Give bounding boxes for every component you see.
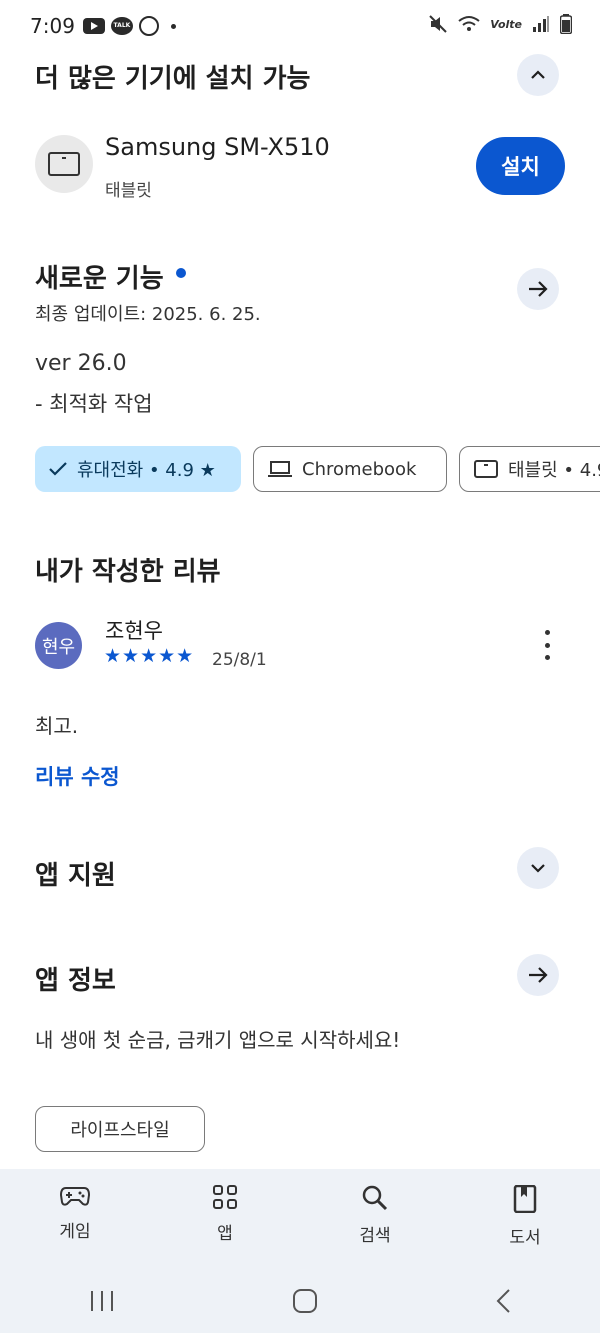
new-indicator-dot — [176, 268, 186, 278]
nav-games[interactable]: 게임 — [0, 1169, 150, 1269]
search-icon — [362, 1185, 388, 1211]
app-notification-icon — [138, 16, 159, 36]
youtube-notification-icon — [82, 18, 105, 34]
chip-chromebook[interactable]: Chromebook — [253, 446, 447, 492]
app-info-description: 내 생애 첫 순금, 금캐기 앱으로 시작하세요! — [35, 1028, 401, 1052]
avatar: 현우 — [35, 622, 82, 669]
whats-new-arrow-button[interactable] — [517, 268, 559, 310]
mute-icon — [429, 15, 447, 33]
chevron-down-icon — [531, 864, 545, 873]
change-note: - 최적화 작업 — [35, 392, 153, 416]
status-indicators: Volte — [428, 14, 572, 34]
chip-phone[interactable]: 휴대전화 • 4.9 ★ — [35, 446, 241, 492]
book-icon — [513, 1185, 537, 1213]
chip-tablet[interactable]: 태블릿 • 4.9 — [459, 446, 600, 492]
star-rating: ★★★★★ — [104, 645, 195, 667]
arrow-right-icon — [529, 967, 548, 983]
status-time: 7:09 — [30, 14, 75, 38]
recent-apps-icon[interactable] — [89, 1289, 115, 1313]
last-updated: 최종 업데이트: 2025. 6. 25. — [35, 304, 261, 325]
device-type: 태블릿 — [105, 181, 152, 201]
volte-indicator: Volte — [490, 17, 522, 31]
reviewer-name: 조현우 — [105, 619, 163, 643]
review-text: 최고. — [35, 714, 79, 738]
chip-chromebook-label: Chromebook — [302, 458, 417, 480]
chip-tablet-label: 태블릿 • 4.9 — [508, 460, 600, 481]
edit-review-link[interactable]: 리뷰 수정 — [35, 761, 120, 791]
review-more-options-button[interactable] — [536, 630, 558, 660]
install-section-title: 더 많은 기기에 설치 가능 — [35, 64, 311, 94]
nav-apps[interactable]: 앱 — [150, 1169, 300, 1269]
checkmark-icon — [49, 462, 67, 476]
expand-app-support-button[interactable] — [517, 847, 559, 889]
tablet-icon — [474, 460, 498, 478]
chip-phone-label: 휴대전화 • 4.9 ★ — [77, 460, 216, 481]
more-vert-dot — [544, 655, 550, 660]
nav-books-label: 도서 — [509, 1228, 541, 1248]
bottom-navigation: 게임 앱 검색 도서 — [0, 1169, 600, 1269]
app-info-arrow-button[interactable] — [517, 954, 559, 996]
system-navigation-bar — [0, 1269, 600, 1333]
kakaotalk-notification-icon: TALK — [110, 17, 133, 35]
version-text: ver 26.0 — [35, 351, 127, 376]
back-icon[interactable] — [495, 1288, 511, 1314]
wifi-icon — [458, 16, 480, 31]
gamepad-icon — [60, 1187, 90, 1206]
signal-icon — [533, 16, 549, 32]
collapse-install-section-button[interactable] — [517, 54, 559, 96]
whats-new-title: 새로운 기능 — [35, 264, 164, 294]
chevron-up-icon — [531, 70, 545, 79]
device-icon-container — [35, 135, 93, 193]
nav-search-label: 검색 — [359, 1226, 391, 1246]
app-support-title: 앱 지원 — [35, 861, 116, 891]
more-vert-dot — [544, 642, 550, 648]
apps-grid-icon — [213, 1185, 237, 1209]
more-vert-icon — [544, 630, 550, 635]
nav-books[interactable]: 도서 — [450, 1169, 600, 1269]
device-name: Samsung SM-X510 — [105, 133, 330, 161]
nav-search[interactable]: 검색 — [300, 1169, 450, 1269]
battery-icon — [560, 14, 572, 34]
status-bar: 7:09 TALK Volte — [0, 0, 600, 52]
nav-apps-label: 앱 — [217, 1224, 233, 1244]
tablet-icon — [48, 152, 80, 176]
arrow-right-icon — [529, 281, 548, 297]
laptop-icon — [268, 461, 292, 477]
home-icon[interactable] — [292, 1288, 318, 1314]
nav-games-label: 게임 — [59, 1222, 91, 1242]
review-date: 25/8/1 — [212, 650, 267, 670]
category-chip[interactable]: 라이프스타일 — [35, 1106, 205, 1152]
app-info-title: 앱 정보 — [35, 966, 116, 996]
my-review-title: 내가 작성한 리뷰 — [35, 557, 221, 587]
install-button[interactable]: 설치 — [476, 137, 565, 195]
more-notifications-icon — [170, 23, 176, 29]
